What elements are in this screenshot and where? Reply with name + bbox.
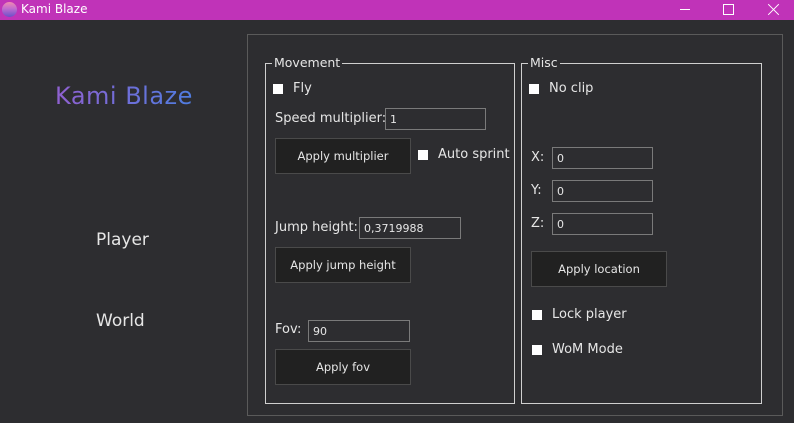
fly-label: Fly [293,81,312,96]
speed-multiplier-input[interactable] [385,108,486,130]
speed-multiplier-label: Speed multiplier: [275,111,387,126]
wom-mode-checkbox-box[interactable] [532,344,542,355]
movement-legend: Movement [272,55,343,70]
z-coordinate-input[interactable] [552,213,653,235]
minimize-button[interactable] [662,0,708,20]
fly-checkbox[interactable]: Fly [273,81,312,96]
lock-player-checkbox-box[interactable] [532,309,542,320]
sidebar-item-world[interactable]: World [96,311,145,331]
apply-location-button[interactable]: Apply location [531,251,667,287]
z-label: Z: [531,216,545,231]
wom-mode-checkbox[interactable]: WoM Mode [532,342,623,357]
fov-input[interactable] [308,320,410,342]
title-bar: Kami Blaze [0,0,794,20]
auto-sprint-checkbox-box[interactable] [418,149,428,160]
x-label: X: [531,150,545,165]
x-coordinate-input[interactable] [552,147,653,169]
fly-checkbox-box[interactable] [273,83,283,94]
apply-multiplier-button[interactable]: Apply multiplier [275,138,411,174]
apply-fov-button[interactable]: Apply fov [275,349,411,385]
misc-legend: Misc [528,55,560,70]
jump-height-label: Jump height: [275,220,358,235]
fov-label: Fov: [275,322,302,337]
auto-sprint-checkbox[interactable]: Auto sprint [418,147,510,162]
no-clip-checkbox-box[interactable] [529,83,539,94]
window-title: Kami Blaze [21,2,88,16]
apply-jump-height-button[interactable]: Apply jump height [275,247,411,283]
maximize-button[interactable] [705,0,751,20]
close-button[interactable] [750,0,794,20]
lock-player-checkbox[interactable]: Lock player [532,307,627,322]
wom-mode-label: WoM Mode [552,342,623,357]
lock-player-label: Lock player [552,307,627,322]
auto-sprint-label: Auto sprint [438,147,510,162]
y-label: Y: [531,183,542,198]
app-icon [2,2,17,17]
no-clip-label: No clip [549,81,594,96]
jump-height-input[interactable] [359,217,461,239]
no-clip-checkbox[interactable]: No clip [529,81,593,96]
app-logo: Kami Blaze [55,82,193,110]
y-coordinate-input[interactable] [552,180,653,202]
sidebar-item-player[interactable]: Player [96,230,149,250]
